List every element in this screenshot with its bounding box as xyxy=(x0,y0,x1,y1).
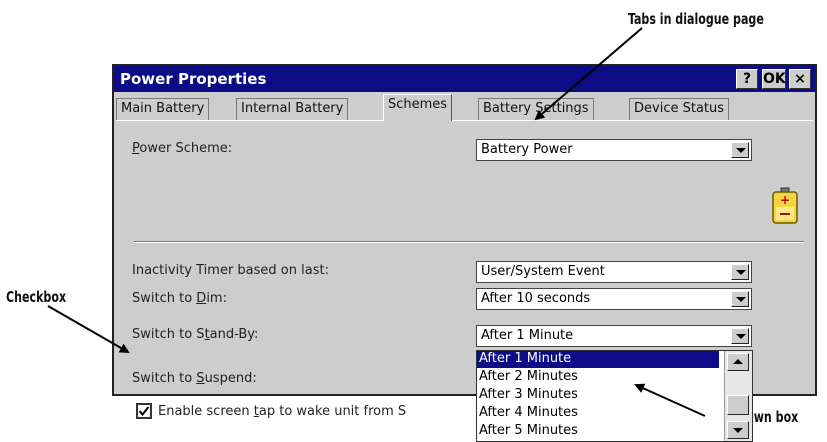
dropdown-option[interactable]: After 2 Minutes xyxy=(477,369,719,386)
power-scheme-value: Battery Power xyxy=(481,142,573,157)
chevron-down-icon[interactable] xyxy=(731,142,749,158)
ok-button[interactable]: OK xyxy=(762,69,786,89)
battery-icon: + xyxy=(772,187,798,224)
standby-dropdown-list[interactable]: After 1 Minute After 2 Minutes After 3 M… xyxy=(476,350,753,442)
tab-strip: Main Battery Internal Battery Schemes Ba… xyxy=(116,94,815,121)
dropdown-scrollbar[interactable] xyxy=(724,351,752,441)
window-title: Power Properties xyxy=(120,70,267,88)
title-bar: Power Properties ? OK × xyxy=(114,66,815,92)
tab-battery-settings[interactable]: Battery Settings xyxy=(478,98,594,120)
inactivity-select[interactable]: User/System Event xyxy=(476,261,752,283)
scroll-down-icon[interactable] xyxy=(727,421,749,439)
scroll-up-icon[interactable] xyxy=(727,353,749,371)
scroll-thumb[interactable] xyxy=(727,395,749,415)
svg-text:+: + xyxy=(780,193,790,207)
tab-main-battery[interactable]: Main Battery xyxy=(116,98,210,120)
tabs-callout: Tabs in dialogue page xyxy=(628,10,764,28)
tap-wake-checkbox[interactable] xyxy=(136,403,152,419)
power-scheme-label: Power Scheme: xyxy=(132,141,233,156)
separator xyxy=(134,241,804,243)
close-button[interactable]: × xyxy=(789,69,811,89)
dropdown-option[interactable]: After 4 Minutes xyxy=(477,405,719,422)
power-scheme-select[interactable]: Battery Power xyxy=(476,139,752,161)
chevron-down-icon[interactable] xyxy=(731,291,749,307)
dropdown-option[interactable]: After 3 Minutes xyxy=(477,387,719,404)
chevron-down-icon[interactable] xyxy=(731,328,749,344)
standby-label: Switch to Stand-By: xyxy=(132,327,259,342)
tab-schemes[interactable]: Schemes xyxy=(383,94,453,121)
inactivity-label: Inactivity Timer based on last: xyxy=(132,263,329,278)
dim-select[interactable]: After 10 seconds xyxy=(476,288,752,310)
suspend-label: Switch to Suspend: xyxy=(132,371,257,386)
tab-device-status[interactable]: Device Status xyxy=(629,98,730,120)
standby-value: After 1 Minute xyxy=(481,328,574,343)
power-properties-window: Power Properties ? OK × Main Battery Int… xyxy=(112,64,817,442)
dropdown-option[interactable]: After 5 Minutes xyxy=(477,423,719,440)
dim-label: Switch to Dim: xyxy=(132,291,227,306)
inactivity-value: User/System Event xyxy=(481,264,605,279)
dim-value: After 10 seconds xyxy=(481,291,591,306)
standby-select[interactable]: After 1 Minute xyxy=(476,325,752,347)
chevron-down-icon[interactable] xyxy=(731,264,749,280)
tab-internal-battery[interactable]: Internal Battery xyxy=(236,98,349,120)
tap-wake-label[interactable]: Enable screen tap to wake unit from S xyxy=(158,404,464,419)
help-button[interactable]: ? xyxy=(736,69,758,89)
dropdown-option[interactable]: After 1 Minute xyxy=(477,351,719,368)
checkbox-callout: Checkbox xyxy=(6,288,67,306)
checkmark-icon xyxy=(138,406,150,417)
schemes-panel: Power Scheme: Battery Power + Inactivity… xyxy=(116,120,813,442)
